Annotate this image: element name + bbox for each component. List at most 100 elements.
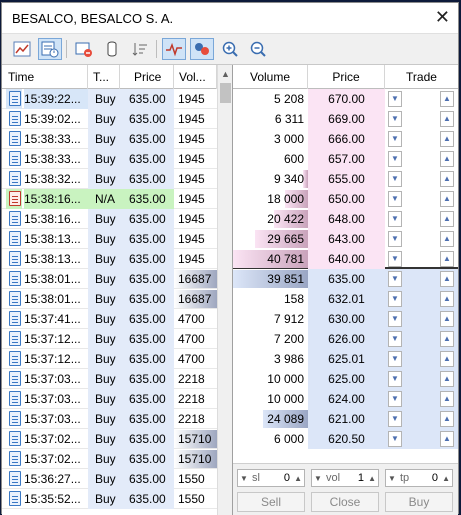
volume-field[interactable]: ▼ vol 1 ▲ (311, 469, 379, 487)
chevron-down-icon[interactable]: ▼ (388, 171, 402, 187)
scrollbar-thumb[interactable] (220, 83, 231, 103)
table-row[interactable]: 15:37:41... Buy 635.00 4700 (2, 309, 217, 329)
table-row[interactable]: 15:35:52... Buy 635.00 1550 (2, 489, 217, 509)
spin-up-icon[interactable]: ▲ (294, 471, 302, 487)
depth-row[interactable]: 3 986 625.01 ▼ ▲ (233, 349, 458, 369)
chevron-up-icon[interactable]: ▲ (440, 411, 454, 427)
zoom-in-icon[interactable] (218, 38, 242, 60)
scroll-up-icon[interactable]: ▲ (218, 67, 233, 81)
time-sales-icon[interactable] (38, 38, 62, 60)
spin-down-icon[interactable]: ▼ (388, 471, 396, 487)
depth-row[interactable]: 5 208 670.00 ▼ ▲ (233, 89, 458, 109)
table-row[interactable]: 15:37:03... Buy 635.00 2218 (2, 369, 217, 389)
chevron-down-icon[interactable]: ▼ (388, 331, 402, 347)
table-row[interactable]: 15:38:01... Buy 635.00 16687 (2, 269, 217, 289)
zoom-out-icon[interactable] (246, 38, 270, 60)
depth-row[interactable]: 40 781 640.00 ▼ ▲ (233, 249, 458, 269)
chevron-up-icon[interactable]: ▲ (440, 291, 454, 307)
depth-row[interactable]: 10 000 625.00 ▼ ▲ (233, 369, 458, 389)
table-row[interactable]: 15:37:02... Buy 635.00 15710 (2, 449, 217, 469)
chevron-up-icon[interactable]: ▲ (440, 211, 454, 227)
table-row[interactable]: 15:38:32... Buy 635.00 1945 (2, 169, 217, 189)
depth-row[interactable]: 20 422 648.00 ▼ ▲ (233, 209, 458, 229)
sell-button[interactable]: Sell (237, 492, 305, 512)
depth-row[interactable]: 158 632.01 ▼ ▲ (233, 289, 458, 309)
table-row[interactable]: 15:39:02... Buy 635.00 1945 (2, 109, 217, 129)
chevron-up-icon[interactable]: ▲ (440, 91, 454, 107)
buy-button[interactable]: Buy (385, 492, 453, 512)
depth-row[interactable]: 9 340 655.00 ▼ ▲ (233, 169, 458, 189)
chevron-down-icon[interactable]: ▼ (388, 291, 402, 307)
table-row[interactable]: 15:37:02... Buy 635.00 15710 (2, 429, 217, 449)
chevron-up-icon[interactable]: ▲ (440, 311, 454, 327)
depth-row[interactable]: 18 000 650.00 ▼ ▲ (233, 189, 458, 209)
table-row[interactable]: 15:38:16... Buy 635.00 1945 (2, 209, 217, 229)
depth-row[interactable]: 7 912 630.00 ▼ ▲ (233, 309, 458, 329)
table-row[interactable]: 15:37:12... Buy 635.00 4700 (2, 349, 217, 369)
chevron-up-icon[interactable]: ▲ (440, 231, 454, 247)
column-header-type[interactable]: T... (88, 65, 120, 89)
column-header-volume[interactable]: Vol... (174, 65, 217, 89)
table-row[interactable]: 15:38:33... Buy 635.00 1945 (2, 129, 217, 149)
table-row[interactable]: 15:39:22... Buy 635.00 1945 (2, 89, 217, 109)
table-row[interactable]: 15:37:03... Buy 635.00 2218 (2, 409, 217, 429)
chevron-down-icon[interactable]: ▼ (388, 151, 402, 167)
chevron-down-icon[interactable]: ▼ (388, 191, 402, 207)
chevron-down-icon[interactable]: ▼ (388, 91, 402, 107)
depth-row[interactable]: 6 311 669.00 ▼ ▲ (233, 109, 458, 129)
chevron-up-icon[interactable]: ▲ (440, 171, 454, 187)
depth-row[interactable]: 10 000 624.00 ▼ ▲ (233, 389, 458, 409)
chevron-down-icon[interactable]: ▼ (388, 391, 402, 407)
column-header-price[interactable]: Price (120, 65, 174, 89)
table-row[interactable]: 15:37:12... Buy 635.00 4700 (2, 329, 217, 349)
cylinder-icon[interactable] (100, 38, 124, 60)
chevron-up-icon[interactable]: ▲ (440, 351, 454, 367)
column-header-time[interactable]: Time (2, 65, 88, 89)
chevron-up-icon[interactable]: ▲ (440, 431, 454, 447)
table-row[interactable]: 15:38:01... Buy 635.00 16687 (2, 289, 217, 309)
chevron-down-icon[interactable]: ▼ (388, 231, 402, 247)
chevron-down-icon[interactable]: ▼ (388, 131, 402, 147)
chevron-down-icon[interactable]: ▼ (388, 371, 402, 387)
chevron-up-icon[interactable]: ▲ (440, 251, 454, 267)
sort-icon[interactable] (128, 38, 152, 60)
chevron-up-icon[interactable]: ▲ (440, 191, 454, 207)
spin-up-icon[interactable]: ▲ (442, 471, 450, 487)
chevron-down-icon[interactable]: ▼ (388, 111, 402, 127)
depth-row[interactable]: 24 089 621.00 ▼ ▲ (233, 409, 458, 429)
stop-loss-field[interactable]: ▼ sl 0 ▲ (237, 469, 305, 487)
table-row[interactable]: 15:36:27... Buy 635.00 1550 (2, 469, 217, 489)
chevron-up-icon[interactable]: ▲ (440, 391, 454, 407)
depth-row[interactable]: 29 665 643.00 ▼ ▲ (233, 229, 458, 249)
spin-down-icon[interactable]: ▼ (314, 471, 322, 487)
close-button[interactable]: Close (311, 492, 379, 512)
chevron-down-icon[interactable]: ▼ (388, 311, 402, 327)
chevron-up-icon[interactable]: ▲ (440, 271, 454, 287)
tick-chart-icon[interactable] (162, 38, 186, 60)
chevron-down-icon[interactable]: ▼ (388, 211, 402, 227)
remove-icon[interactable] (72, 38, 96, 60)
chevron-down-icon[interactable]: ▼ (388, 431, 402, 447)
chevron-down-icon[interactable]: ▼ (388, 351, 402, 367)
chevron-up-icon[interactable]: ▲ (440, 131, 454, 147)
chevron-up-icon[interactable]: ▲ (440, 151, 454, 167)
depth-row[interactable]: 39 851 635.00 ▼ ▲ (233, 269, 458, 289)
depth-row[interactable]: 7 200 626.00 ▼ ▲ (233, 329, 458, 349)
chevron-up-icon[interactable]: ▲ (440, 331, 454, 347)
depth-row[interactable]: 3 000 666.00 ▼ ▲ (233, 129, 458, 149)
spin-down-icon[interactable]: ▼ (240, 471, 248, 487)
chevron-down-icon[interactable]: ▼ (388, 271, 402, 287)
table-row[interactable]: 15:37:03... Buy 635.00 2218 (2, 389, 217, 409)
table-row[interactable]: 15:38:13... Buy 635.00 1945 (2, 229, 217, 249)
chevron-up-icon[interactable]: ▲ (440, 111, 454, 127)
column-header-trade[interactable]: Trade (385, 65, 458, 89)
depth-row[interactable]: 600 657.00 ▼ ▲ (233, 149, 458, 169)
color-mode-icon[interactable] (190, 38, 214, 60)
table-row[interactable]: 15:38:16... N/A 635.00 1945 (2, 189, 217, 209)
take-profit-field[interactable]: ▼ tp 0 ▲ (385, 469, 453, 487)
vertical-scrollbar[interactable]: ▲ (217, 65, 232, 515)
chevron-up-icon[interactable]: ▲ (440, 371, 454, 387)
depth-row[interactable]: 6 000 620.50 ▼ ▲ (233, 429, 458, 449)
chart-icon[interactable] (10, 38, 34, 60)
column-header-depth-volume[interactable]: Volume (233, 65, 308, 89)
